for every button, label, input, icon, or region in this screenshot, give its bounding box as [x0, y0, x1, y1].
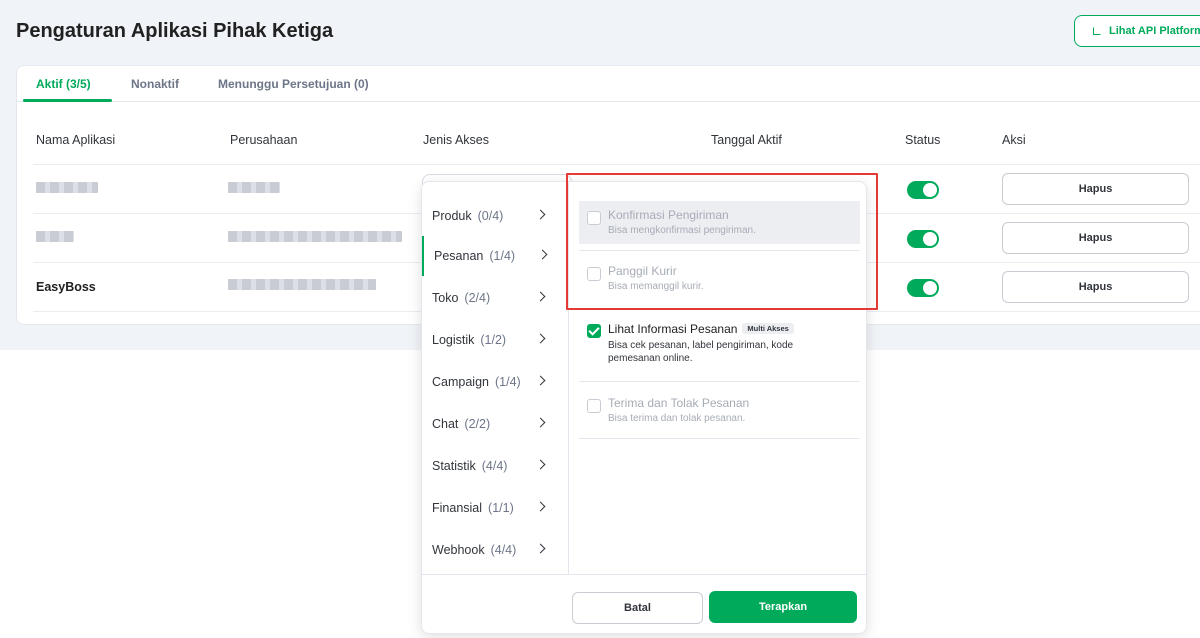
tab-inactive[interactable]: Nonaktif: [131, 77, 179, 91]
category-campaign[interactable]: Campaign (1/4): [422, 362, 568, 402]
category-produk[interactable]: Produk (0/4): [422, 196, 568, 236]
active-tab-indicator: [23, 99, 112, 102]
multi-access-badge: Multi Akses: [742, 323, 794, 334]
tab-pending-approval[interactable]: Menunggu Persetujuan (0): [218, 77, 369, 91]
chevron-right-icon: [535, 375, 546, 386]
category-toko[interactable]: Toko (2/4): [422, 278, 568, 318]
apply-button[interactable]: Terapkan: [709, 591, 857, 623]
category-pesanan[interactable]: Pesanan (1/4): [422, 236, 568, 276]
permission-panggil-kurir[interactable]: Panggil Kurir Bisa memanggil kurir.: [579, 258, 860, 298]
permission-divider: [579, 308, 860, 309]
category-finansial[interactable]: Finansial (1/1): [422, 488, 568, 528]
cancel-button[interactable]: Batal: [572, 592, 703, 624]
category-logistik[interactable]: Logistik (1/2): [422, 320, 568, 360]
status-toggle[interactable]: [907, 230, 939, 248]
permission-checkbox[interactable]: [587, 211, 601, 225]
category-list: Produk (0/4) Pesanan (1/4) Toko (2/4) Lo…: [422, 182, 569, 574]
permission-divider: [579, 250, 860, 251]
app-name: EasyBoss: [36, 280, 96, 294]
blurred-app-name: [36, 231, 74, 242]
blurred-company-name: [228, 279, 376, 290]
permission-checkbox[interactable]: [587, 267, 601, 281]
tab-active[interactable]: Aktif (3/5): [36, 77, 91, 91]
blurred-company-name: [228, 182, 280, 193]
column-header-company: Perusahaan: [230, 133, 298, 147]
permission-checkbox-checked[interactable]: [587, 324, 601, 338]
chevron-right-icon: [535, 291, 546, 302]
chevron-right-icon: [537, 249, 548, 260]
chevron-right-icon: [535, 333, 546, 344]
permission-konfirmasi-pengiriman[interactable]: Konfirmasi Pengiriman Bisa mengkonfirmas…: [579, 201, 860, 244]
delete-button[interactable]: Hapus: [1002, 271, 1189, 303]
permission-divider: [579, 381, 860, 382]
external-link-icon: [1093, 27, 1101, 35]
status-tabs: Aktif (3/5) Nonaktif Menunggu Persetujua…: [17, 66, 1200, 102]
blurred-company-name: [228, 231, 402, 242]
delete-button[interactable]: Hapus: [1002, 222, 1189, 254]
category-statistik[interactable]: Statistik (4/4): [422, 446, 568, 486]
chevron-right-icon: [535, 209, 546, 220]
delete-button[interactable]: Hapus: [1002, 173, 1189, 205]
chevron-right-icon: [535, 543, 546, 554]
permission-lihat-informasi-pesanan[interactable]: Lihat Informasi Pesanan Multi Akses Bisa …: [579, 318, 860, 374]
permission-checkbox[interactable]: [587, 399, 601, 413]
chevron-right-icon: [535, 459, 546, 470]
column-header-status: Status: [905, 133, 941, 147]
chevron-right-icon: [535, 417, 546, 428]
column-header-app-name: Nama Aplikasi: [36, 133, 116, 147]
blurred-app-name: [36, 182, 98, 193]
column-header-active-date: Tanggal Aktif: [711, 133, 782, 147]
page-title: Pengaturan Aplikasi Pihak Ketiga: [16, 20, 334, 42]
category-chat[interactable]: Chat (2/2): [422, 404, 568, 444]
column-header-access-type: Jenis Akses: [423, 133, 490, 147]
access-type-dropdown: Produk (0/4) Pesanan (1/4) Toko (2/4) Lo…: [421, 181, 867, 634]
permission-divider: [579, 438, 860, 439]
category-webhook[interactable]: Webhook (4/4): [422, 530, 568, 570]
permission-terima-tolak-pesanan[interactable]: Terima dan Tolak Pesanan Bisa terima dan…: [579, 390, 860, 432]
column-header-actions: Aksi: [1002, 133, 1026, 147]
status-toggle[interactable]: [907, 279, 939, 297]
view-api-platform-button[interactable]: Lihat API Platform: [1074, 15, 1200, 47]
chevron-right-icon: [535, 501, 546, 512]
row-divider: [33, 164, 1200, 165]
dropdown-footer-divider: [422, 574, 866, 575]
view-api-platform-label: Lihat API Platform: [1109, 25, 1200, 37]
status-toggle[interactable]: [907, 181, 939, 199]
